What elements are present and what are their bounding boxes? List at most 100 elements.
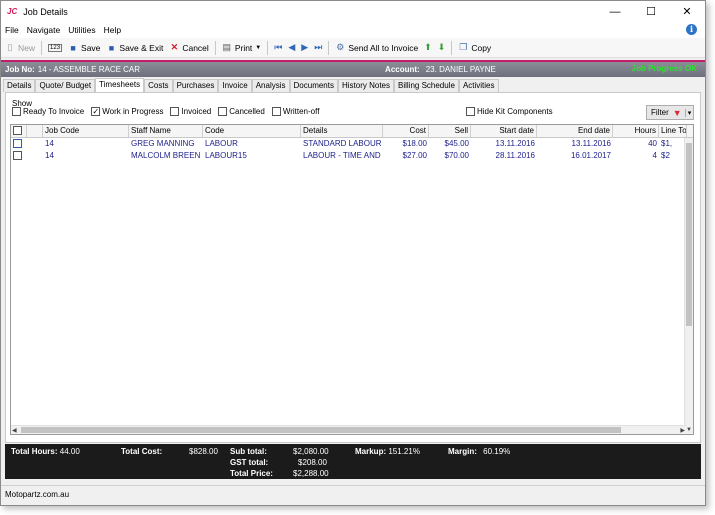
row-indicator-header: [27, 125, 43, 137]
account-label: Account:: [385, 65, 420, 74]
tab-details[interactable]: Details: [3, 79, 36, 92]
select-all-checkbox[interactable]: [11, 125, 27, 137]
cell-code: LABOUR15: [205, 151, 247, 160]
job-header-bar: Job No: 14 - ASSEMBLE RACE CAR Account: …: [1, 60, 705, 77]
cancel-button[interactable]: ✕ Cancel: [169, 42, 209, 53]
checkbox-box: [12, 107, 21, 116]
cell-start-date: 13.11.2016: [495, 139, 535, 148]
column-header-hours[interactable]: Hours: [613, 125, 659, 137]
checkmark-icon: ✓: [91, 107, 101, 116]
job-no-label: Job No:: [5, 65, 35, 74]
table-row[interactable]: 14 GREG MANNING LABOUR STANDARD LABOUR .…: [11, 138, 687, 150]
checkbox-box: [466, 107, 475, 116]
cell-staff-name: GREG MANNING: [131, 139, 195, 148]
tab-quote-budget[interactable]: Quote/ Budget: [35, 79, 96, 92]
column-header-end-date[interactable]: End date: [537, 125, 613, 137]
row-checkbox[interactable]: [11, 150, 27, 162]
previous-record-icon[interactable]: ◀: [288, 42, 295, 53]
menu-navigate[interactable]: Navigate: [27, 25, 61, 35]
column-header-start-date[interactable]: Start date: [471, 125, 537, 137]
menu-utilities[interactable]: Utilities: [68, 25, 95, 35]
markup: Markup: 151.21%: [355, 447, 420, 456]
scroll-left-icon[interactable]: ◀: [12, 427, 17, 434]
close-button[interactable]: ✕: [669, 1, 705, 22]
vertical-scrollbar[interactable]: ▼: [684, 138, 693, 434]
menu-file[interactable]: File: [5, 25, 19, 35]
ready-to-invoice-checkbox[interactable]: Ready To Invoice: [12, 107, 84, 116]
toolbar: ▯ New 123 ■ Save ■ Save & Exit ✕ Cancel …: [1, 38, 705, 58]
tab-costs[interactable]: Costs: [144, 79, 173, 92]
horizontal-scroll-thumb[interactable]: [21, 427, 621, 433]
save-button[interactable]: ■ Save: [68, 43, 100, 53]
status-bar: Motopartz.com.au: [1, 485, 705, 505]
vertical-scroll-thumb[interactable]: [686, 143, 692, 326]
checkbox-box: [218, 107, 228, 116]
arrow-down-icon[interactable]: ⬇: [438, 42, 446, 53]
copy-button[interactable]: ❐ Copy: [458, 42, 491, 53]
column-header-details[interactable]: Details: [301, 125, 383, 137]
cell-end-date: 16.01.2017: [570, 151, 611, 160]
cell-line-total: $2: [661, 151, 670, 160]
send-all-to-invoice-button[interactable]: ⚙ Send All to Invoice: [335, 42, 418, 53]
row-checkbox[interactable]: [11, 138, 27, 150]
filter-button[interactable]: Filter ▼ ▾: [646, 105, 694, 120]
tab-billing-schedule[interactable]: Billing Schedule: [394, 79, 459, 92]
total-price-label: Total Price:: [230, 469, 273, 478]
cancelled-checkbox[interactable]: Cancelled: [218, 107, 265, 116]
info-icon[interactable]: i: [686, 24, 697, 35]
next-record-icon[interactable]: ▶: [301, 42, 308, 53]
tab-analysis[interactable]: Analysis: [251, 79, 290, 92]
scroll-down-icon[interactable]: ▼: [686, 427, 692, 433]
subtotal-value: $2,080.00: [293, 447, 329, 456]
tab-purchases[interactable]: Purchases: [172, 79, 219, 92]
timesheets-grid: Job Code Staff Name Code Details Cost Se…: [10, 124, 694, 435]
timesheets-panel: Show Ready To Invoice ✓ Work in Progress…: [5, 92, 701, 443]
total-cost-label: Total Cost:: [121, 447, 163, 456]
cell-job-code: 14: [45, 151, 54, 160]
last-record-icon[interactable]: ⏭: [314, 42, 322, 53]
cell-details: LABOUR - TIME AND ...: [303, 151, 383, 160]
column-header-code[interactable]: Code: [203, 125, 301, 137]
column-header-line-total[interactable]: Line To: [659, 125, 687, 137]
toolbar-divider: [328, 40, 330, 55]
table-row[interactable]: 14 MALCOLM BREEN LABOUR15 LABOUR - TIME …: [11, 150, 687, 162]
arrow-up-icon[interactable]: ⬆: [424, 42, 432, 53]
cell-staff-name: MALCOLM BREEN: [131, 151, 201, 160]
tab-timesheets[interactable]: Timesheets: [95, 78, 145, 92]
column-header-sell[interactable]: Sell: [429, 125, 471, 137]
tab-strip: Details Quote/ Budget Timesheets Costs P…: [3, 78, 499, 92]
send-icon: ⚙: [336, 42, 345, 52]
tab-history-notes[interactable]: History Notes: [337, 79, 394, 92]
tab-activities[interactable]: Activities: [458, 79, 499, 92]
account-value: 23. DANIEL PAYNE: [425, 65, 496, 74]
app-logo-icon: JC: [7, 7, 18, 16]
cell-hours: 40: [648, 139, 657, 148]
number-button[interactable]: 123: [48, 43, 63, 52]
gst-label: GST total:: [230, 458, 269, 467]
minimize-button[interactable]: —: [597, 1, 633, 22]
new-document-icon: ▯: [7, 42, 13, 52]
tab-documents[interactable]: Documents: [289, 79, 338, 92]
show-filters: Ready To Invoice ✓ Work in Progress Invo…: [12, 107, 326, 116]
horizontal-scrollbar[interactable]: ◀ ▶: [11, 425, 686, 434]
column-header-job-code[interactable]: Job Code: [43, 125, 129, 137]
menu-help[interactable]: Help: [104, 25, 121, 35]
maximize-button[interactable]: ☐: [633, 1, 669, 22]
save-exit-button[interactable]: ■ Save & Exit: [106, 43, 164, 53]
written-off-checkbox[interactable]: Written-off: [271, 107, 319, 116]
column-header-staff-name[interactable]: Staff Name: [129, 125, 203, 137]
column-header-cost[interactable]: Cost: [383, 125, 429, 137]
chevron-down-icon[interactable]: ▾: [684, 108, 691, 117]
cell-code: LABOUR: [205, 139, 238, 148]
chevron-down-icon: ▼: [255, 44, 262, 51]
new-button[interactable]: ▯ New: [5, 42, 36, 53]
invoiced-checkbox[interactable]: Invoiced: [170, 107, 211, 116]
cell-cost: $27.00: [402, 151, 427, 160]
window-title: Job Details: [23, 6, 68, 17]
scroll-right-icon[interactable]: ▶: [680, 427, 685, 434]
first-record-icon[interactable]: ⏮: [274, 42, 282, 53]
work-in-progress-checkbox[interactable]: ✓ Work in Progress: [91, 107, 163, 116]
print-button[interactable]: ▤ Print ▼: [222, 42, 262, 53]
hide-kit-components-checkbox[interactable]: Hide Kit Components: [466, 107, 553, 116]
tab-invoice[interactable]: Invoice: [218, 79, 252, 92]
